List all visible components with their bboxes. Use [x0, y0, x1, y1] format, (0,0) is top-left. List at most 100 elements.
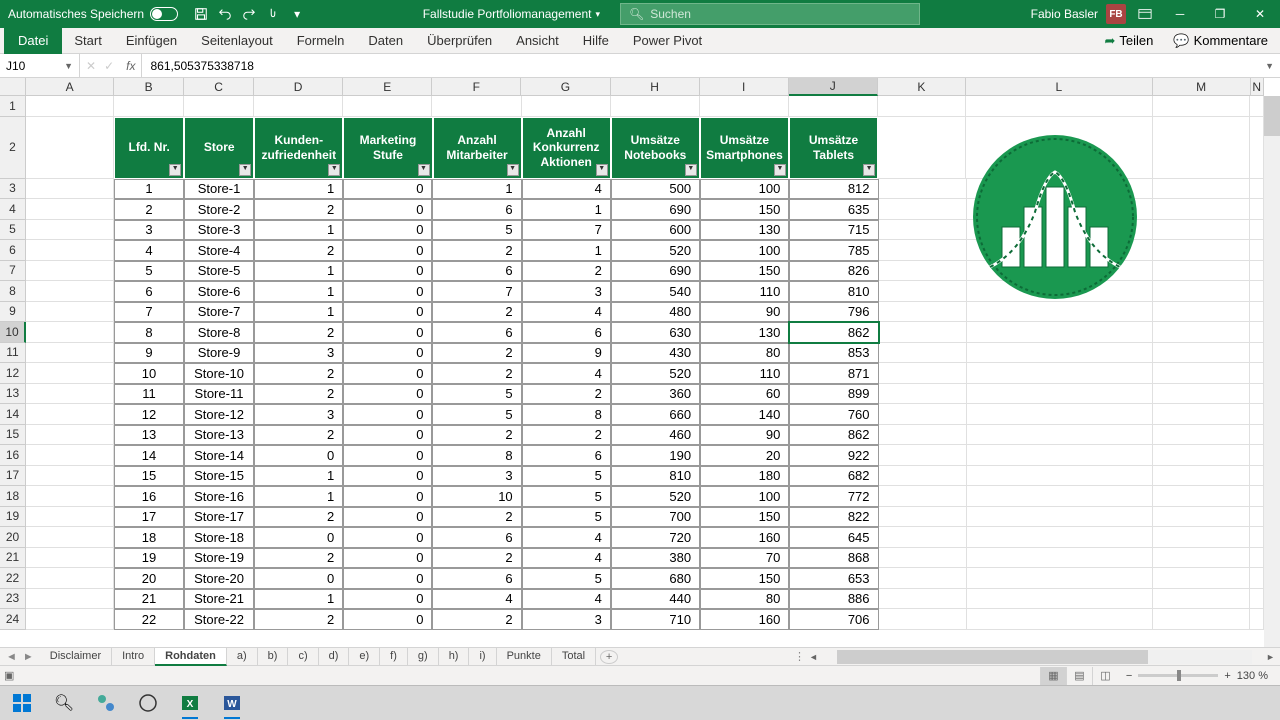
table-cell[interactable]: 1: [432, 179, 521, 200]
table-cell[interactable]: 4: [114, 240, 184, 261]
row-header[interactable]: 12: [0, 363, 26, 384]
cell[interactable]: [1250, 404, 1264, 425]
table-cell[interactable]: 6: [114, 281, 184, 302]
table-header[interactable]: Store▼: [184, 117, 254, 179]
start-button[interactable]: [2, 687, 42, 719]
cell[interactable]: [878, 96, 966, 117]
table-cell[interactable]: 2: [432, 302, 521, 323]
table-cell[interactable]: 13: [114, 425, 184, 446]
cell[interactable]: [1153, 466, 1251, 487]
table-cell[interactable]: 380: [611, 548, 700, 569]
fx-icon[interactable]: fx: [126, 59, 135, 73]
filter-icon[interactable]: ▼: [239, 164, 251, 176]
table-cell[interactable]: 110: [700, 281, 789, 302]
table-cell[interactable]: 4: [522, 527, 611, 548]
table-cell[interactable]: 2: [254, 548, 343, 569]
table-cell[interactable]: 922: [789, 445, 878, 466]
cell[interactable]: [1153, 568, 1251, 589]
table-cell[interactable]: 2: [114, 199, 184, 220]
table-cell[interactable]: 80: [700, 589, 789, 610]
cell[interactable]: [967, 445, 1153, 466]
table-cell[interactable]: 20: [700, 445, 789, 466]
column-header[interactable]: C: [184, 78, 254, 96]
cell[interactable]: [1250, 261, 1264, 282]
table-cell[interactable]: 2: [432, 343, 521, 364]
cell[interactable]: [26, 507, 114, 528]
table-cell[interactable]: 14: [114, 445, 184, 466]
row-header[interactable]: 13: [0, 384, 26, 405]
cell[interactable]: [700, 96, 789, 117]
table-cell[interactable]: 2: [522, 261, 611, 282]
table-cell[interactable]: 2: [254, 322, 343, 343]
row-header[interactable]: 21: [0, 548, 26, 569]
cell[interactable]: [1250, 117, 1264, 179]
table-cell[interactable]: 0: [254, 568, 343, 589]
table-cell[interactable]: 635: [789, 199, 878, 220]
cell[interactable]: [1153, 445, 1251, 466]
table-cell[interactable]: 180: [700, 466, 789, 487]
formula-input[interactable]: 861,505375338718: [142, 59, 1259, 73]
table-cell[interactable]: 7: [522, 220, 611, 241]
page-layout-view-button[interactable]: ▤: [1066, 667, 1092, 685]
cell[interactable]: [26, 302, 114, 323]
table-cell[interactable]: 0: [254, 527, 343, 548]
zoom-in-button[interactable]: +: [1224, 670, 1230, 682]
table-cell[interactable]: 150: [700, 261, 789, 282]
cancel-formula-icon[interactable]: ✕: [86, 59, 96, 73]
table-cell[interactable]: 130: [700, 322, 789, 343]
cell[interactable]: [879, 548, 967, 569]
row-header[interactable]: 20: [0, 527, 26, 548]
table-cell[interactable]: 2: [254, 363, 343, 384]
column-header[interactable]: E: [343, 78, 432, 96]
filter-icon[interactable]: ▼: [418, 164, 430, 176]
table-cell[interactable]: 796: [789, 302, 878, 323]
table-cell[interactable]: 772: [789, 486, 878, 507]
row-header[interactable]: 16: [0, 445, 26, 466]
cell[interactable]: [967, 322, 1153, 343]
table-cell[interactable]: Store-10: [184, 363, 254, 384]
word-taskbar-button[interactable]: W: [212, 687, 252, 719]
scroll-right-icon[interactable]: ►: [1266, 652, 1280, 662]
cell[interactable]: [966, 96, 1152, 117]
sheet-tab[interactable]: h): [439, 648, 470, 666]
cell[interactable]: [1153, 322, 1251, 343]
table-cell[interactable]: 868: [789, 548, 878, 569]
table-cell[interactable]: 630: [611, 322, 700, 343]
cell[interactable]: [26, 322, 114, 343]
filter-icon[interactable]: ▼: [328, 164, 340, 176]
table-cell[interactable]: 2: [432, 425, 521, 446]
cell[interactable]: [879, 507, 967, 528]
table-cell[interactable]: 2: [522, 425, 611, 446]
table-cell[interactable]: 8: [114, 322, 184, 343]
row-header[interactable]: 8: [0, 281, 26, 302]
cell[interactable]: [26, 404, 114, 425]
table-cell[interactable]: 5: [522, 507, 611, 528]
table-cell[interactable]: 3: [522, 609, 611, 630]
table-cell[interactable]: 15: [114, 466, 184, 487]
cell[interactable]: [343, 96, 432, 117]
cell[interactable]: [1153, 404, 1251, 425]
table-cell[interactable]: 706: [789, 609, 878, 630]
maximize-button[interactable]: ❐: [1200, 0, 1240, 28]
table-cell[interactable]: 2: [254, 425, 343, 446]
table-cell[interactable]: 19: [114, 548, 184, 569]
cell[interactable]: [1250, 322, 1264, 343]
ribbon-tab-einfügen[interactable]: Einfügen: [114, 28, 189, 54]
table-cell[interactable]: 0: [343, 589, 432, 610]
table-cell[interactable]: Store-3: [184, 220, 254, 241]
ribbon-tab-überprüfen[interactable]: Überprüfen: [415, 28, 504, 54]
expand-formula-icon[interactable]: ▼: [1259, 61, 1280, 71]
minimize-button[interactable]: ─: [1160, 0, 1200, 28]
row-header[interactable]: 4: [0, 199, 26, 220]
excel-taskbar-button[interactable]: X: [170, 687, 210, 719]
cell[interactable]: [26, 117, 114, 179]
cell[interactable]: [1250, 527, 1264, 548]
cell[interactable]: [879, 568, 967, 589]
table-cell[interactable]: 853: [789, 343, 878, 364]
table-cell[interactable]: 70: [700, 548, 789, 569]
table-cell[interactable]: 0: [343, 507, 432, 528]
table-cell[interactable]: 0: [343, 609, 432, 630]
table-cell[interactable]: 1: [254, 261, 343, 282]
cell[interactable]: [879, 220, 967, 241]
table-cell[interactable]: Store-2: [184, 199, 254, 220]
